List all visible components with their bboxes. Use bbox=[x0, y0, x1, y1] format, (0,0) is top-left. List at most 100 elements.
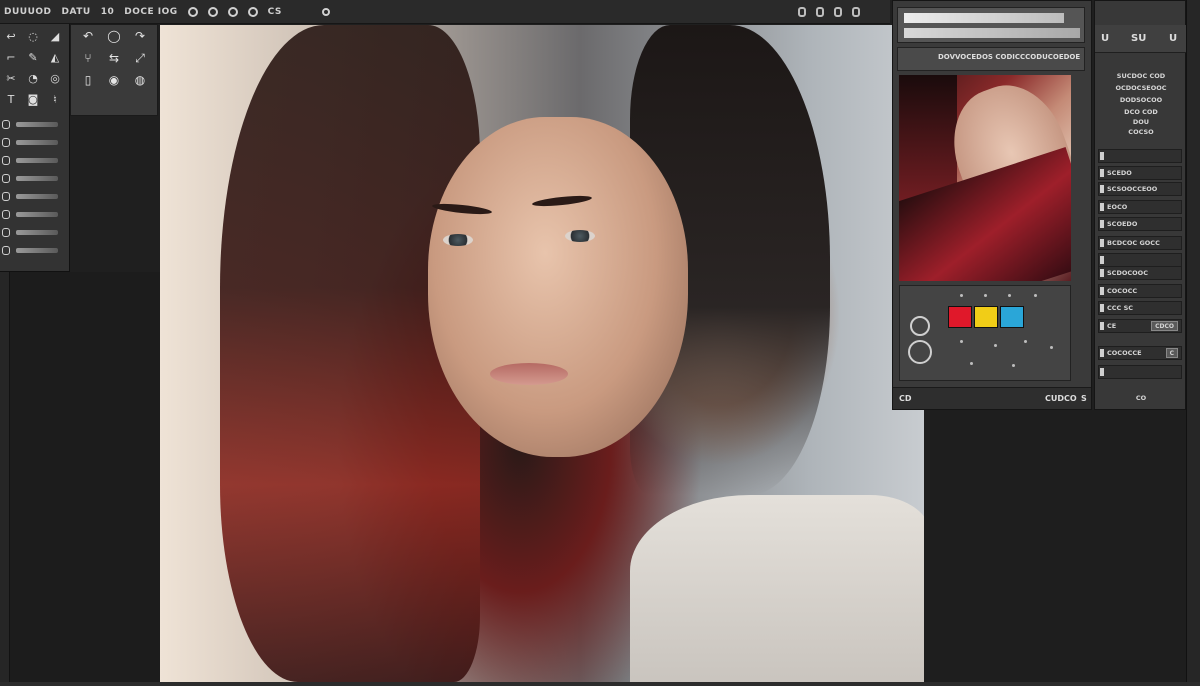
swatch-blue[interactable] bbox=[1000, 306, 1024, 328]
layer-icon bbox=[2, 209, 10, 219]
history-tool-icon[interactable]: ♮ bbox=[46, 91, 64, 107]
properties-desc-3: DCO COD bbox=[1124, 108, 1158, 116]
menu-item-1[interactable]: DUUUOD bbox=[4, 7, 52, 17]
navigator-status: CD CUDCO S bbox=[893, 387, 1091, 409]
property-toggle bbox=[1100, 203, 1104, 211]
window-icon[interactable] bbox=[834, 6, 842, 17]
redo-icon[interactable]: ↷ bbox=[129, 27, 151, 45]
control-dot bbox=[994, 344, 997, 347]
status-bar bbox=[0, 682, 1200, 686]
property-row[interactable] bbox=[1098, 253, 1182, 267]
layer-row[interactable] bbox=[2, 190, 58, 202]
layer-icon bbox=[2, 119, 10, 129]
menu-item-4[interactable]: DOCE IOG bbox=[124, 7, 177, 17]
property-row[interactable]: SCEDO bbox=[1098, 166, 1182, 180]
image-canvas[interactable] bbox=[160, 25, 924, 682]
layer-row[interactable] bbox=[2, 208, 58, 220]
pen-tool-icon[interactable]: ✎ bbox=[24, 49, 42, 65]
crop-tool-icon[interactable]: ⌐ bbox=[2, 49, 20, 65]
layer-row[interactable] bbox=[2, 226, 58, 238]
window-icon[interactable] bbox=[816, 6, 824, 17]
property-row[interactable] bbox=[1098, 149, 1182, 163]
property-toggle bbox=[1100, 287, 1104, 295]
property-toggle bbox=[1100, 322, 1104, 330]
menu-item-5[interactable]: CS bbox=[268, 7, 282, 17]
property-row[interactable] bbox=[1098, 365, 1182, 379]
control-dot bbox=[1034, 294, 1037, 297]
control-dot bbox=[984, 294, 987, 297]
split-icon[interactable]: ⑂ bbox=[77, 49, 99, 67]
layer-thumb bbox=[16, 211, 58, 217]
layer-row[interactable] bbox=[2, 244, 58, 256]
layer-icon bbox=[2, 227, 10, 237]
type-tool-icon[interactable]: T bbox=[2, 91, 20, 107]
circle-icon[interactable] bbox=[247, 6, 258, 17]
slider[interactable] bbox=[904, 28, 1080, 38]
layer-thumb bbox=[16, 139, 58, 145]
layer-row[interactable] bbox=[2, 172, 58, 184]
header-mid[interactable]: SU bbox=[1131, 33, 1146, 44]
target-icon[interactable]: ◍ bbox=[129, 71, 151, 89]
dial-icon[interactable] bbox=[908, 340, 932, 364]
swatch-yellow[interactable] bbox=[974, 306, 998, 328]
property-toggle bbox=[1100, 239, 1104, 247]
panel-header-label: DOVVOCEDOS CODICCCODUCOEDOE bbox=[938, 53, 1081, 61]
circle-icon[interactable] bbox=[321, 7, 330, 16]
swatch-red[interactable] bbox=[948, 306, 972, 328]
circle-icon[interactable] bbox=[227, 6, 238, 17]
window-icon[interactable] bbox=[798, 6, 806, 17]
window-controls bbox=[798, 6, 860, 17]
tool-options-panel: ↶ ◯ ↷ ⑂ ⇆ ⤢ ▯ ◉ ◍ bbox=[70, 24, 158, 116]
brush-tool-icon[interactable]: ◢ bbox=[46, 28, 64, 44]
control-dot bbox=[960, 294, 963, 297]
menu-item-2[interactable]: DATU bbox=[62, 7, 91, 17]
property-row[interactable]: SCDOCOOC bbox=[1098, 266, 1182, 280]
property-row[interactable]: CE CDCO bbox=[1098, 319, 1182, 333]
photo-eye bbox=[565, 230, 595, 242]
circle-icon[interactable] bbox=[207, 6, 218, 17]
left-empty-area bbox=[0, 272, 160, 686]
menu-item-3[interactable]: 10 bbox=[101, 7, 115, 17]
stamp-tool-icon[interactable]: ◙ bbox=[24, 91, 42, 107]
transform-icon[interactable]: ⤢ bbox=[129, 49, 151, 67]
slider[interactable] bbox=[904, 13, 1064, 23]
right-scroll-strip[interactable] bbox=[1186, 0, 1200, 686]
property-row[interactable]: COCOCC bbox=[1098, 284, 1182, 298]
dial-icon[interactable] bbox=[910, 316, 930, 336]
header-right[interactable]: U bbox=[1169, 33, 1177, 44]
property-row[interactable]: SCOEDO bbox=[1098, 217, 1182, 231]
property-row[interactable]: BCDCOC GOCC bbox=[1098, 236, 1182, 250]
dodge-tool-icon[interactable]: ◔ bbox=[24, 70, 42, 86]
property-row[interactable]: SCSOOCCEOO bbox=[1098, 182, 1182, 196]
marquee-tool-icon[interactable]: ◭ bbox=[46, 49, 64, 65]
record-icon[interactable]: ◉ bbox=[103, 71, 125, 89]
undo-icon[interactable]: ↶ bbox=[77, 27, 99, 45]
control-dot bbox=[1050, 346, 1053, 349]
layer-row[interactable] bbox=[2, 118, 58, 130]
layer-row[interactable] bbox=[2, 136, 58, 148]
property-toggle bbox=[1100, 304, 1104, 312]
property-tag[interactable]: C bbox=[1165, 348, 1178, 358]
lasso-tool-icon[interactable]: ↩ bbox=[2, 28, 20, 44]
property-row[interactable]: EOCO bbox=[1098, 200, 1182, 214]
header-left[interactable]: U bbox=[1101, 33, 1109, 44]
heal-tool-icon[interactable]: ✂ bbox=[2, 70, 20, 86]
property-row[interactable]: COCOCCE C bbox=[1098, 346, 1182, 360]
photo-face bbox=[428, 117, 688, 457]
property-tag[interactable]: CDCO bbox=[1151, 321, 1178, 331]
shape-icon[interactable]: ▯ bbox=[77, 71, 99, 89]
properties-desc-0: SUCDOC COD bbox=[1116, 72, 1166, 80]
layer-row[interactable] bbox=[2, 154, 58, 166]
flip-icon[interactable]: ⇆ bbox=[103, 49, 125, 67]
loop-icon[interactable]: ◯ bbox=[103, 27, 125, 45]
navigator-panel: DOVVOCEDOS CODICCCODUCOEDOE CD CUDCO S bbox=[892, 0, 1092, 410]
navigator-preview[interactable] bbox=[899, 75, 1071, 281]
control-dot bbox=[1012, 364, 1015, 367]
left-scroll-strip[interactable] bbox=[0, 272, 10, 686]
tool-options-grid: ↶ ◯ ↷ ⑂ ⇆ ⤢ ▯ ◉ ◍ bbox=[77, 27, 155, 89]
window-icon[interactable] bbox=[852, 6, 860, 17]
property-row[interactable]: CCC SC bbox=[1098, 301, 1182, 315]
circle-icon[interactable] bbox=[187, 6, 198, 17]
ellipse-tool-icon[interactable]: ◌ bbox=[24, 28, 42, 44]
blur-tool-icon[interactable]: ◎ bbox=[46, 70, 64, 86]
